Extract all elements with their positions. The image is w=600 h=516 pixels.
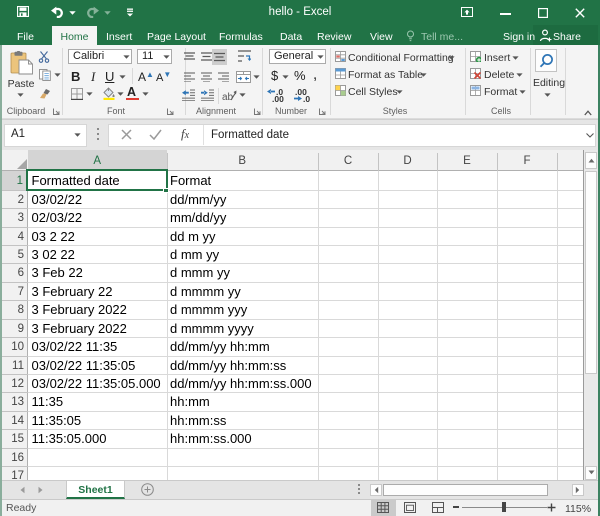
svg-text:ab: ab xyxy=(222,92,234,102)
